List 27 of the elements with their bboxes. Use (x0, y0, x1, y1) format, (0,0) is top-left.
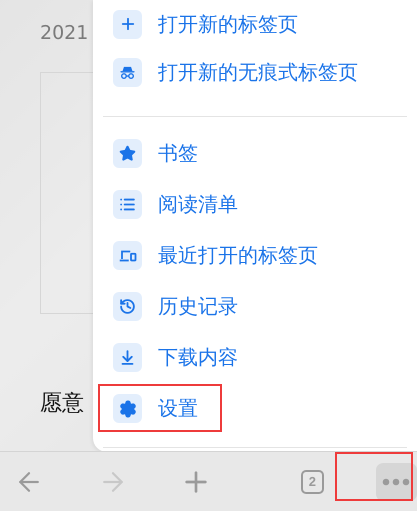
menu-item-label: 阅读清单 (158, 191, 238, 218)
more-icon (382, 478, 410, 486)
menu-item-label: 历史记录 (158, 293, 238, 320)
menu-item[interactable]: 最近打开的标签页 (93, 230, 417, 281)
devices-icon (118, 248, 136, 264)
menu-item-label: 下载内容 (158, 344, 238, 371)
menu-item[interactable]: 下载内容 (93, 332, 417, 383)
menu-item-label: 设置 (158, 395, 198, 422)
menu-item-label: 打开新的标签页 (158, 10, 298, 38)
menu-item[interactable]: 历史记录 (93, 281, 417, 332)
menu-item[interactable]: 设置 (93, 383, 417, 434)
menu-item[interactable]: 打开新的无痕式标签页 (93, 48, 417, 96)
menu-item-label: 打开新的无痕式标签页 (158, 58, 358, 86)
tab-count-button[interactable]: 2 (301, 470, 324, 494)
menu-item[interactable]: 阅读清单 (93, 179, 417, 230)
settings-icon (118, 400, 136, 418)
menu-item[interactable]: 书签 (93, 128, 417, 179)
download-icon (119, 349, 136, 366)
menu-item-label: 最近打开的标签页 (158, 242, 318, 269)
date-text: 2021 (40, 22, 88, 46)
text-line: 愿意 (40, 392, 84, 416)
more-button[interactable] (376, 462, 417, 500)
menu-item[interactable]: 打开新的标签页 (93, 0, 417, 48)
history-icon (119, 298, 136, 315)
list-icon (119, 196, 136, 213)
menu-item-label: 书签 (158, 140, 198, 167)
star-icon (119, 145, 136, 162)
